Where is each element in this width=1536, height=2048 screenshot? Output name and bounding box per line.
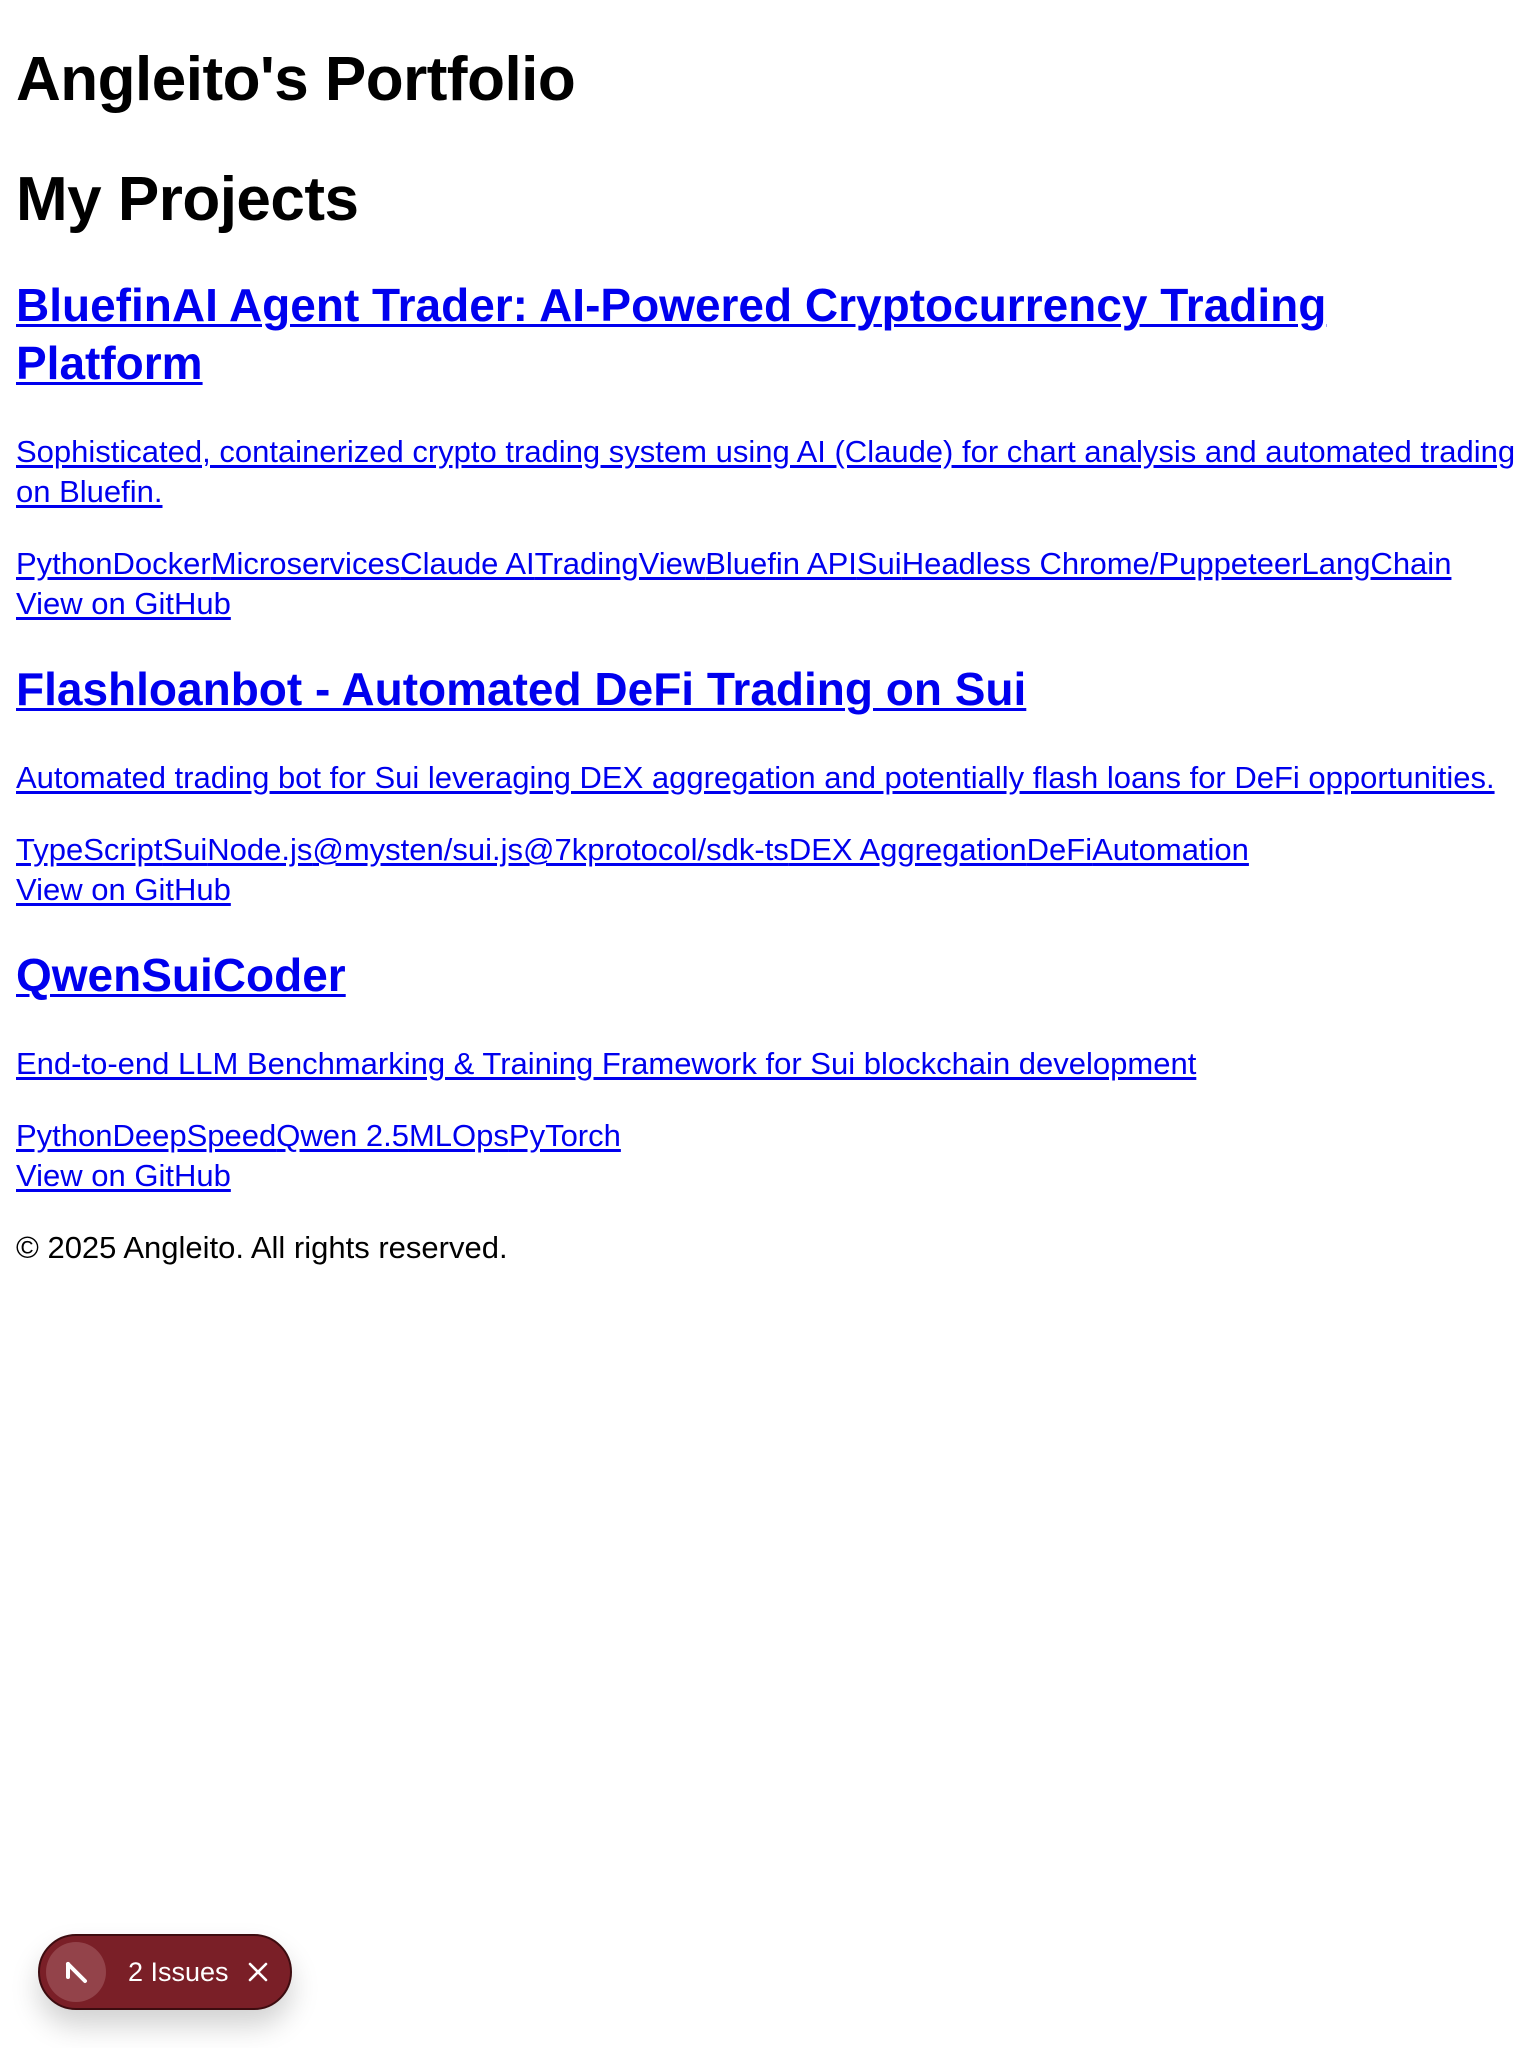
tech-tag[interactable]: DeepSpeed: [113, 1118, 277, 1153]
project-description-link[interactable]: Sophisticated, containerized crypto trad…: [16, 432, 1516, 512]
project-card: Flashloanbot - Automated DeFi Trading on…: [16, 660, 1516, 910]
tech-tag[interactable]: DeFi: [1027, 832, 1092, 867]
tech-list: TypeScriptSuiNode.js@mysten/sui.js@7kpro…: [16, 830, 1516, 870]
site-title: Angleito's Portfolio: [16, 45, 576, 114]
page-content: Angleito's Portfolio My Projects Bluefin…: [16, 0, 1516, 1299]
project-card: BluefinAI Agent Trader: AI-Powered Crypt…: [16, 276, 1516, 624]
nextjs-logo-icon[interactable]: [46, 1942, 106, 2002]
project-description-link[interactable]: Automated trading bot for Sui leveraging…: [16, 758, 1516, 798]
project-card: QwenSuiCoder End-to-end LLM Benchmarking…: [16, 946, 1516, 1196]
tech-tag[interactable]: Python: [16, 546, 113, 581]
tech-tag[interactable]: TypeScript: [16, 832, 162, 867]
tech-tag[interactable]: Claude AI: [400, 546, 534, 581]
tech-tag[interactable]: Automation: [1092, 832, 1249, 867]
github-link[interactable]: View on GitHub: [16, 1156, 1516, 1196]
project-description-link[interactable]: End-to-end LLM Benchmarking & Training F…: [16, 1044, 1516, 1084]
projects-list: BluefinAI Agent Trader: AI-Powered Crypt…: [16, 276, 1516, 1196]
close-icon[interactable]: [242, 1956, 274, 1988]
tech-tag[interactable]: TradingView: [535, 546, 706, 581]
tech-tag[interactable]: LangChain: [1301, 546, 1451, 581]
tech-list: PythonDeepSpeedQwen 2.5MLOpsPyTorch: [16, 1116, 1516, 1156]
tech-tag[interactable]: Docker: [113, 546, 211, 581]
project-title-link[interactable]: BluefinAI Agent Trader: AI-Powered Crypt…: [16, 276, 1516, 392]
issues-count-label[interactable]: 2 Issues: [128, 1936, 229, 2008]
tech-tag[interactable]: Qwen 2.5: [276, 1118, 409, 1153]
tech-tag[interactable]: Node.js: [207, 832, 312, 867]
tech-tag[interactable]: Python: [16, 1118, 113, 1153]
issues-badge[interactable]: 2 Issues: [38, 1934, 292, 2010]
tech-tag[interactable]: Headless Chrome/Puppeteer: [902, 546, 1302, 581]
tech-tag[interactable]: PyTorch: [509, 1118, 621, 1153]
tech-tag[interactable]: Sui: [857, 546, 902, 581]
footer-copyright: © 2025 Angleito. All rights reserved.: [16, 1230, 508, 1265]
section-title-projects: My Projects: [16, 165, 359, 234]
github-link[interactable]: View on GitHub: [16, 584, 1516, 624]
tech-tag[interactable]: @7kprotocol/sdk-ts: [523, 832, 789, 867]
tech-tag[interactable]: @mysten/sui.js: [312, 832, 523, 867]
tech-tag[interactable]: Sui: [162, 832, 207, 867]
tech-tag[interactable]: DEX Aggregation: [789, 832, 1027, 867]
tech-tag[interactable]: Bluefin API: [705, 546, 857, 581]
project-title-link[interactable]: QwenSuiCoder: [16, 946, 1516, 1004]
tech-tag[interactable]: Microservices: [211, 546, 400, 581]
tech-tag[interactable]: MLOps: [409, 1118, 509, 1153]
github-link[interactable]: View on GitHub: [16, 870, 1516, 910]
project-title-link[interactable]: Flashloanbot - Automated DeFi Trading on…: [16, 660, 1516, 718]
tech-list: PythonDockerMicroservicesClaude AITradin…: [16, 544, 1516, 584]
